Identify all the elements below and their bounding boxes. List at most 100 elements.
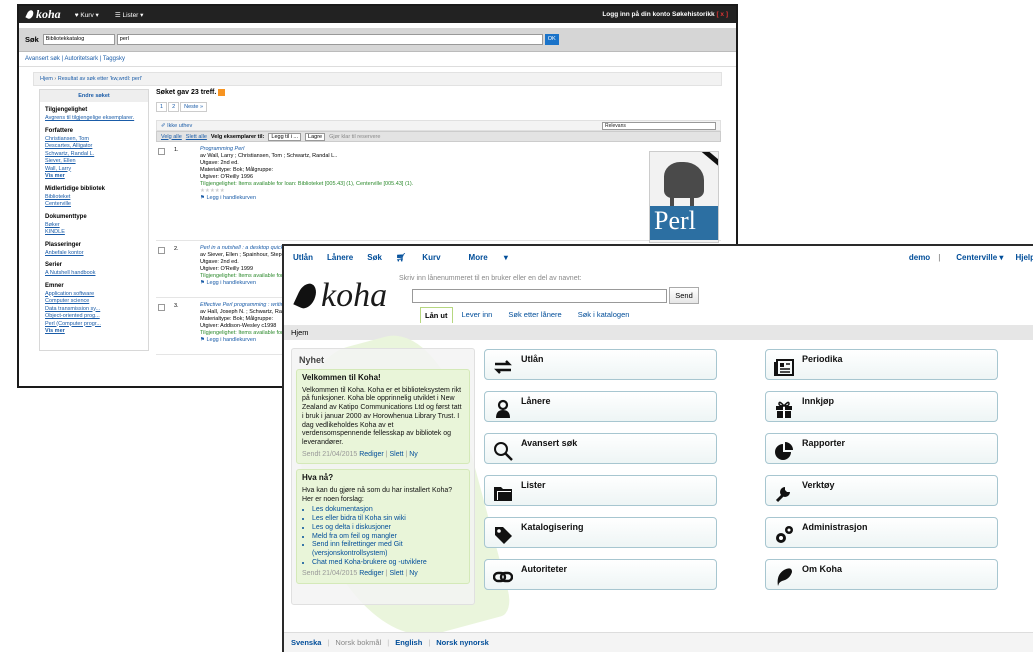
tab-catalog-search[interactable]: Søk i katalogen — [576, 307, 632, 323]
clear-history-link[interactable]: [ x ] — [716, 11, 728, 18]
news-delete-link[interactable]: Slett — [389, 451, 403, 458]
user-menu[interactable]: demo — [909, 253, 930, 262]
page-next[interactable]: Neste » — [180, 102, 208, 113]
module-about-koha[interactable]: Om Koha — [765, 559, 998, 590]
unhighlight-link[interactable]: ✐ Ikke uthev — [161, 123, 192, 129]
book-cover-image[interactable]: Perl — [649, 151, 719, 243]
wrench-icon — [775, 487, 790, 503]
add-to-cart-link[interactable]: ⚑ Legg i handlekurven — [200, 195, 721, 202]
news-new-link[interactable]: Ny — [409, 570, 418, 577]
koha-logo[interactable]: koha — [293, 277, 387, 315]
facet-library[interactable]: Biblioteket — [45, 194, 143, 202]
lists-menu[interactable]: ☰ Lister ▾ — [115, 11, 144, 19]
select-all-link[interactable]: Velg alle — [161, 134, 182, 140]
news-item: Hva nå? Hva kan du gjøre nå som du har i… — [296, 469, 470, 585]
authors-more-link[interactable]: Vis mer — [45, 173, 143, 181]
search-ok-button[interactable]: OK — [544, 34, 559, 45]
login-link[interactable]: Logg inn på din konto Søkehistorikk [ x … — [602, 11, 728, 18]
place-hold-link[interactable]: Gjør klar til reservere — [329, 134, 380, 140]
module-circulation[interactable]: Utlån — [484, 349, 717, 380]
sort-select[interactable]: Relevans — [602, 121, 716, 130]
search-input[interactable]: perl — [116, 34, 543, 45]
koha-leaf-icon — [293, 280, 320, 312]
tab-checkout[interactable]: Lån ut — [420, 307, 453, 323]
module-acquisitions[interactable]: Innkjøp — [765, 391, 998, 422]
facet-author[interactable]: Siever, Ellen — [45, 158, 143, 166]
page-2[interactable]: 2 — [168, 102, 180, 113]
opac-topbar: koha ♥ Kurv ▾ ☰ Lister ▾ Logg inn på din… — [19, 6, 736, 23]
send-button[interactable]: Send — [669, 287, 699, 304]
help-link[interactable]: Hjelp — [1015, 253, 1033, 262]
record-checkbox[interactable] — [158, 148, 165, 156]
clear-all-link[interactable]: Slett alle — [186, 134, 207, 140]
news-list-link[interactable]: Les og delta i diskusjoner — [312, 524, 464, 533]
facet-series[interactable]: A Nutshell handbook — [45, 270, 143, 278]
list-select[interactable]: Legg til i ... — [268, 132, 302, 141]
page-1[interactable]: 1 — [156, 102, 168, 113]
facet-subject[interactable]: Computer science — [45, 298, 143, 306]
facet-subject[interactable]: Data transmission sy... — [45, 306, 143, 314]
module-administration[interactable]: Administrasjon — [765, 517, 998, 548]
rss-icon[interactable] — [218, 89, 226, 97]
record-publisher: Utgiver: O'Reilly 1996 — [200, 174, 254, 181]
rating-stars-icon[interactable]: ★★★★★ — [200, 188, 721, 195]
news-list-link[interactable]: Les dokumentasjon — [312, 506, 464, 515]
nav-cart[interactable]: 🛒︎ Kurv — [396, 253, 455, 262]
facet-subject[interactable]: Application software — [45, 291, 143, 299]
opac-logo[interactable]: koha — [25, 7, 61, 22]
refine-header[interactable]: Endre søket — [40, 90, 148, 102]
breadcrumb: Hjem › Resultat av søk etter 'kw,wrdl: p… — [33, 72, 722, 86]
record-checkbox[interactable] — [158, 247, 165, 255]
lang-english[interactable]: English — [395, 638, 422, 647]
nav-patrons[interactable]: Lånere — [327, 253, 353, 262]
tab-patron-search[interactable]: Søk etter lånere — [506, 307, 563, 323]
arrows-icon — [494, 360, 512, 374]
facet-subject[interactable]: Object-oriented prog... — [45, 313, 143, 321]
facet-author[interactable]: Schwartz, Randal L. — [45, 151, 143, 159]
branch-menu[interactable]: Centerville ▾ — [948, 253, 1003, 262]
module-reports[interactable]: Rapporter — [765, 433, 998, 464]
module-authorities[interactable]: Autoriteter — [484, 559, 717, 590]
record-checkbox[interactable] — [158, 304, 165, 312]
lang-svenska[interactable]: Svenska — [291, 638, 321, 647]
facet-author[interactable]: Christiansen, Tom — [45, 136, 143, 144]
facet-author[interactable]: Descartes, Alligator — [45, 143, 143, 151]
lang-norsk-nynorsk[interactable]: Norsk nynorsk — [436, 638, 489, 647]
module-patrons[interactable]: Lånere — [484, 391, 717, 422]
cart-menu[interactable]: ♥ Kurv ▾ — [75, 11, 99, 19]
news-delete-link[interactable]: Slett — [389, 570, 403, 577]
news-list-link[interactable]: Les eller bidra til Koha sin wiki — [312, 515, 464, 524]
news-edit-link[interactable]: Rediger — [359, 451, 384, 458]
nav-search[interactable]: Søk — [367, 253, 382, 262]
module-cataloging[interactable]: Katalogisering — [484, 517, 717, 548]
tab-checkin[interactable]: Lever inn — [460, 307, 495, 323]
news-list-link[interactable]: Chat med Koha-brukere og -utviklere — [312, 559, 464, 568]
facet-doctype[interactable]: KINDLE — [45, 229, 143, 237]
record-title[interactable]: Programming Perl — [200, 146, 721, 153]
facet-library[interactable]: Centerville — [45, 201, 143, 209]
save-button[interactable]: Lagre — [305, 132, 326, 141]
availability-link[interactable]: Avgrens til tilgjengelige eksemplarer. — [45, 115, 143, 123]
news-list-link[interactable]: Send inn feilrettinger med Git (versjons… — [312, 541, 464, 558]
module-lists[interactable]: Lister — [484, 475, 717, 506]
news-edit-link[interactable]: Rediger — [359, 570, 384, 577]
news-new-link[interactable]: Ny — [409, 451, 418, 458]
news-list-link[interactable]: Meld fra om feil og mangler — [312, 533, 464, 542]
facet-doctype[interactable]: Bøker — [45, 222, 143, 230]
facet-location[interactable]: Anbefale kontor — [45, 250, 143, 258]
nav-more[interactable]: More ▾ — [469, 253, 508, 262]
search-scope-select[interactable]: Bibliotekkatalog — [42, 34, 115, 45]
patron-search-input[interactable] — [412, 289, 667, 303]
module-advanced-search[interactable]: Avansert søk — [484, 433, 717, 464]
module-serials[interactable]: Periodika — [765, 349, 998, 380]
cover-title: Perl — [654, 206, 696, 235]
subjects-more-link[interactable]: Vis mer — [45, 328, 143, 336]
module-tools[interactable]: Verktøy — [765, 475, 998, 506]
nav-circulation[interactable]: Utlån — [293, 253, 313, 262]
breadcrumb-home[interactable]: Hjem — [40, 76, 53, 82]
opac-links[interactable]: Avansert søk | Autoritetsark | Taggsky — [19, 52, 736, 67]
pie-chart-icon — [775, 442, 793, 460]
facet-author[interactable]: Wall, Larry — [45, 166, 143, 174]
breadcrumb-current[interactable]: Resultat av søk etter 'kw,wrdl: perl' — [58, 76, 142, 82]
facet-subject[interactable]: Perl (Computer progr... — [45, 321, 143, 329]
